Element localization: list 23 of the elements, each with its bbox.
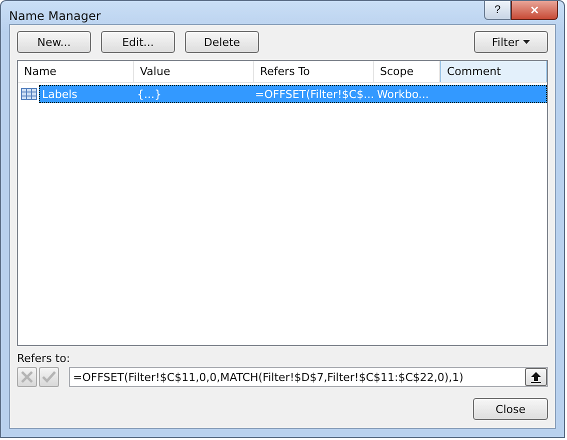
filter-button[interactable]: Filter (474, 31, 548, 53)
up-arrow-icon (531, 372, 541, 382)
column-header[interactable]: Name (18, 61, 134, 82)
toolbar-button[interactable]: Delete (185, 31, 259, 53)
table-cell: {...} (137, 88, 162, 100)
column-header[interactable]: Comment (440, 61, 547, 82)
column-header[interactable]: Refers To (254, 61, 374, 82)
table-cell: Workbo... (377, 88, 429, 100)
refers-to-label: Refers to: (17, 352, 72, 366)
table-cell: Labels (42, 88, 78, 100)
caret-icon (523, 40, 530, 44)
help-button[interactable]: ? (484, 1, 511, 20)
toolbar-button[interactable]: New... (17, 31, 91, 53)
collapse-button[interactable] (525, 368, 547, 386)
window-title: Name Manager (9, 8, 101, 22)
cross-icon (20, 370, 34, 384)
table-cell: =OFFSET(Filter!$C$... (255, 88, 374, 100)
table-icon (21, 88, 37, 100)
toolbar-button[interactable]: Edit... (101, 31, 175, 53)
check-icon (42, 370, 56, 384)
refers-to-field[interactable]: =OFFSET(Filter!$C$11,0,0,MATCH(Filter!$D$7,Filter!$C$11:$C$22,0),1) (69, 367, 548, 387)
column-header[interactable]: Value (134, 61, 254, 82)
close-dialog-button[interactable]: Close (473, 398, 548, 420)
